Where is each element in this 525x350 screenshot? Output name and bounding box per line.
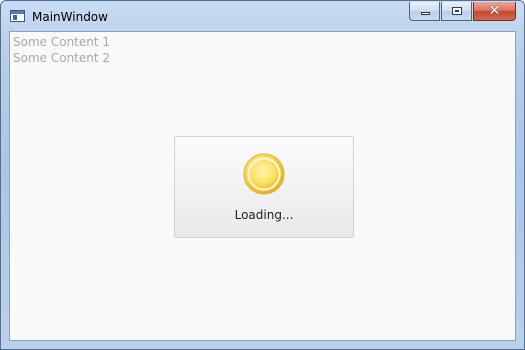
close-icon: ✕ (488, 3, 501, 19)
title-bar[interactable]: MainWindow ✕ (1, 1, 524, 31)
client-area: Some Content 1 Some Content 2 Loading... (9, 31, 516, 341)
content-line-2: Some Content 2 (13, 51, 111, 65)
minimize-icon (421, 12, 430, 15)
maximize-button[interactable] (441, 2, 472, 21)
loading-spinner-icon (243, 153, 285, 195)
window-title: MainWindow (32, 10, 108, 24)
window-app-icon[interactable] (10, 10, 25, 22)
caption-buttons: ✕ (409, 2, 516, 21)
minimize-button[interactable] (409, 2, 440, 21)
loading-panel: Loading... (174, 136, 354, 238)
maximize-icon (452, 7, 462, 15)
close-button[interactable]: ✕ (473, 2, 516, 21)
content-line-1: Some Content 1 (13, 35, 111, 49)
main-window: MainWindow ✕ Some Content 1 Some Content… (0, 0, 525, 350)
loading-label: Loading... (234, 208, 294, 222)
